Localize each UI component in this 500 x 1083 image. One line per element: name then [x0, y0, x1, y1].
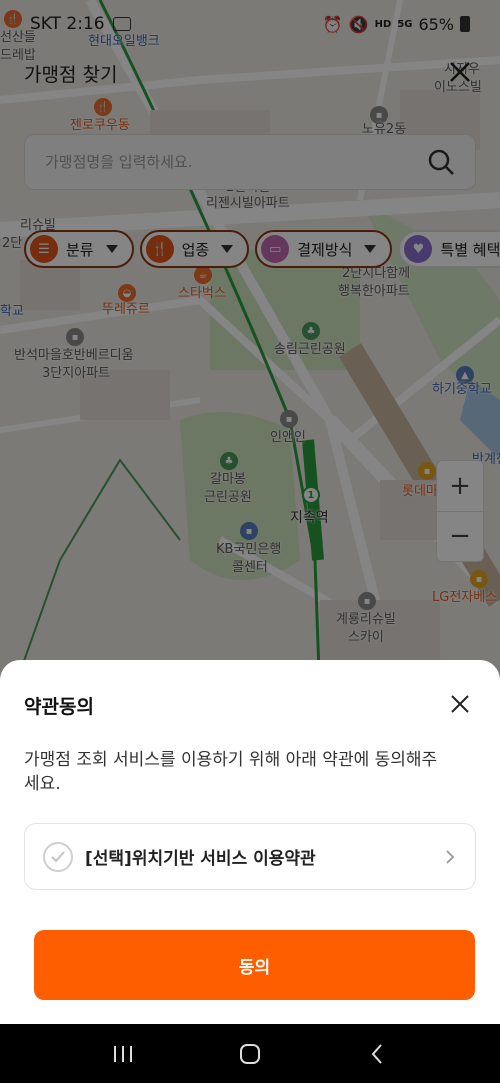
system-nav-bar: [0, 1024, 500, 1083]
terms-item-location[interactable]: [선택]위치기반 서비스 이용약관: [24, 823, 476, 890]
sheet-title: 약관동의: [24, 696, 94, 718]
chevron-right-icon[interactable]: [443, 849, 457, 864]
checkbox[interactable]: [43, 841, 73, 872]
recent-apps-icon[interactable]: [103, 1034, 143, 1074]
sheet-description: 가맹점 조회 서비스를 이용하기 위해 아래 약관에 동의해주세요.: [24, 750, 438, 794]
terms-bottom-sheet: 약관동의 가맹점 조회 서비스를 이용하기 위해 아래 약관에 동의해주세요. …: [0, 660, 500, 1024]
check-icon: [51, 850, 65, 862]
close-icon[interactable]: [448, 692, 472, 716]
map-view[interactable]: 🍴 🍴 ▪ ☕ ◒ ♣ ▪ ▲ ▪ ♣ ▪ 1 ▪ ▪ ▪ 선산들 드레밥 현대…: [0, 0, 500, 700]
terms-label: [선택]위치기반 서비스 이용약관: [85, 849, 316, 869]
dim-overlay[interactable]: [0, 0, 500, 700]
agree-button[interactable]: 동의: [34, 930, 475, 1000]
back-icon[interactable]: [357, 1034, 397, 1074]
home-icon[interactable]: [230, 1034, 270, 1074]
